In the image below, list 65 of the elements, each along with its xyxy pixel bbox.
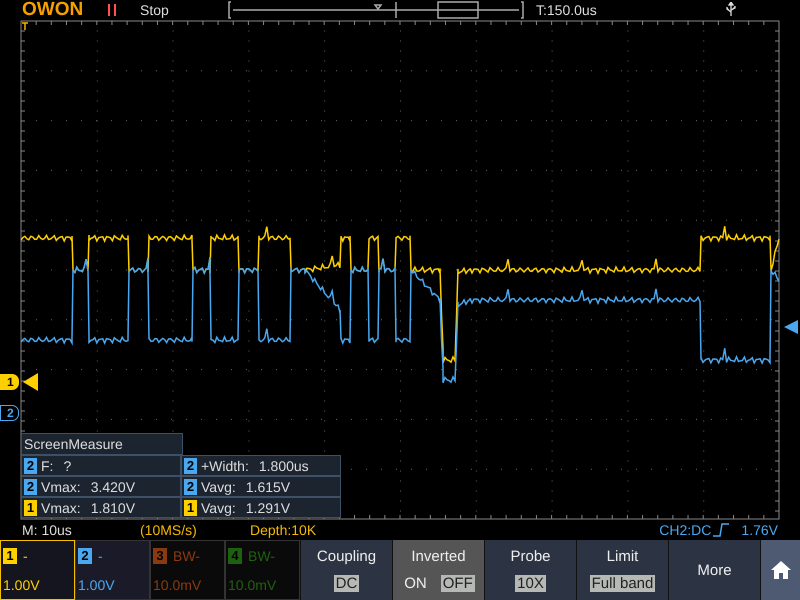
channel-label: - (98, 548, 103, 564)
rising-edge-icon (713, 523, 730, 537)
measure-value: 1.810V (90, 500, 136, 516)
home-button[interactable] (760, 540, 800, 600)
trigger-source: CH2:DC (659, 522, 712, 538)
measure-value: 1.615V (246, 478, 290, 494)
channel-badge: 2 (184, 458, 197, 474)
channel-scale: 10.0mV (228, 576, 278, 592)
measure-value: 3.420V (90, 478, 136, 494)
menu-button[interactable]: Inverted ON OFF (392, 540, 484, 600)
timebase: M: 10us (22, 522, 73, 538)
channel-marker: 1 (0, 374, 19, 390)
measure-label: Vmax: (41, 500, 81, 516)
menu-option[interactable]: Full band (590, 575, 656, 592)
channel-number: 2 (78, 548, 92, 564)
channel-number: 4 (228, 548, 242, 564)
measure-label: Vavg: (201, 500, 236, 516)
channel-label: BW- (248, 548, 275, 564)
menu-button[interactable]: More (668, 540, 760, 600)
menu-button[interactable]: Limit Full band (576, 540, 668, 600)
channel-scale: 10.0mV (153, 576, 202, 592)
measure-value: 1.800us (258, 458, 309, 474)
channel-badge: 2 (24, 478, 37, 494)
time-offset: T:150.0us (536, 2, 598, 18)
trigger-level: 1.76V (741, 522, 778, 538)
channel-button[interactable]: 2 - 1.00V (75, 540, 150, 600)
channel-label: - (23, 548, 28, 564)
menu-title: Inverted (411, 548, 466, 565)
channel-scale: 1.00V (3, 576, 41, 592)
channel-number: 3 (153, 548, 167, 564)
menu-title: Limit (606, 548, 638, 565)
menu-option[interactable]: DC (334, 575, 360, 592)
menu-title: Probe (510, 548, 551, 565)
channel-badge: 1 (24, 500, 37, 516)
usb-icon (726, 2, 736, 18)
channel-button[interactable]: 1 - 1.00V (0, 540, 75, 600)
channel-badge: 1 (184, 500, 197, 516)
run-state: Stop (140, 2, 170, 18)
measure-label: +Width: (201, 458, 249, 474)
home-icon (770, 560, 792, 580)
channel-label: BW- (173, 548, 200, 564)
trigger-position-icon (21, 22, 29, 31)
pause-icon (106, 3, 118, 17)
menu-button[interactable]: Coupling DC (300, 540, 392, 600)
channel-badge: 2 (24, 458, 37, 474)
menu-option[interactable]: OFF (440, 575, 475, 592)
channel-scale: 1.00V (78, 576, 116, 592)
measure-label: Vavg: (201, 478, 236, 494)
menu-option[interactable]: ON (402, 575, 429, 592)
measure-value: ? (63, 458, 72, 474)
trigger-level-icon (784, 320, 798, 334)
sample-rate: (10MS/s) (140, 522, 198, 538)
channel-marker-icon (23, 373, 38, 391)
measure-label: F: (41, 458, 54, 474)
channel-number: 1 (3, 548, 17, 564)
menu-option[interactable]: 10X (515, 575, 546, 592)
brand-logo: OWON (22, 0, 84, 20)
menu-button[interactable]: Probe 10X (484, 540, 576, 600)
channel-marker: 2 (0, 405, 19, 421)
channel-badge: 2 (184, 478, 197, 494)
panel-title: ScreenMeasure (21, 433, 183, 455)
measure-label: Vmax: (41, 478, 81, 494)
measure-value: 1.291V (246, 500, 290, 516)
menu-title: Coupling (316, 548, 376, 565)
memory-depth: Depth:10K (250, 522, 316, 538)
